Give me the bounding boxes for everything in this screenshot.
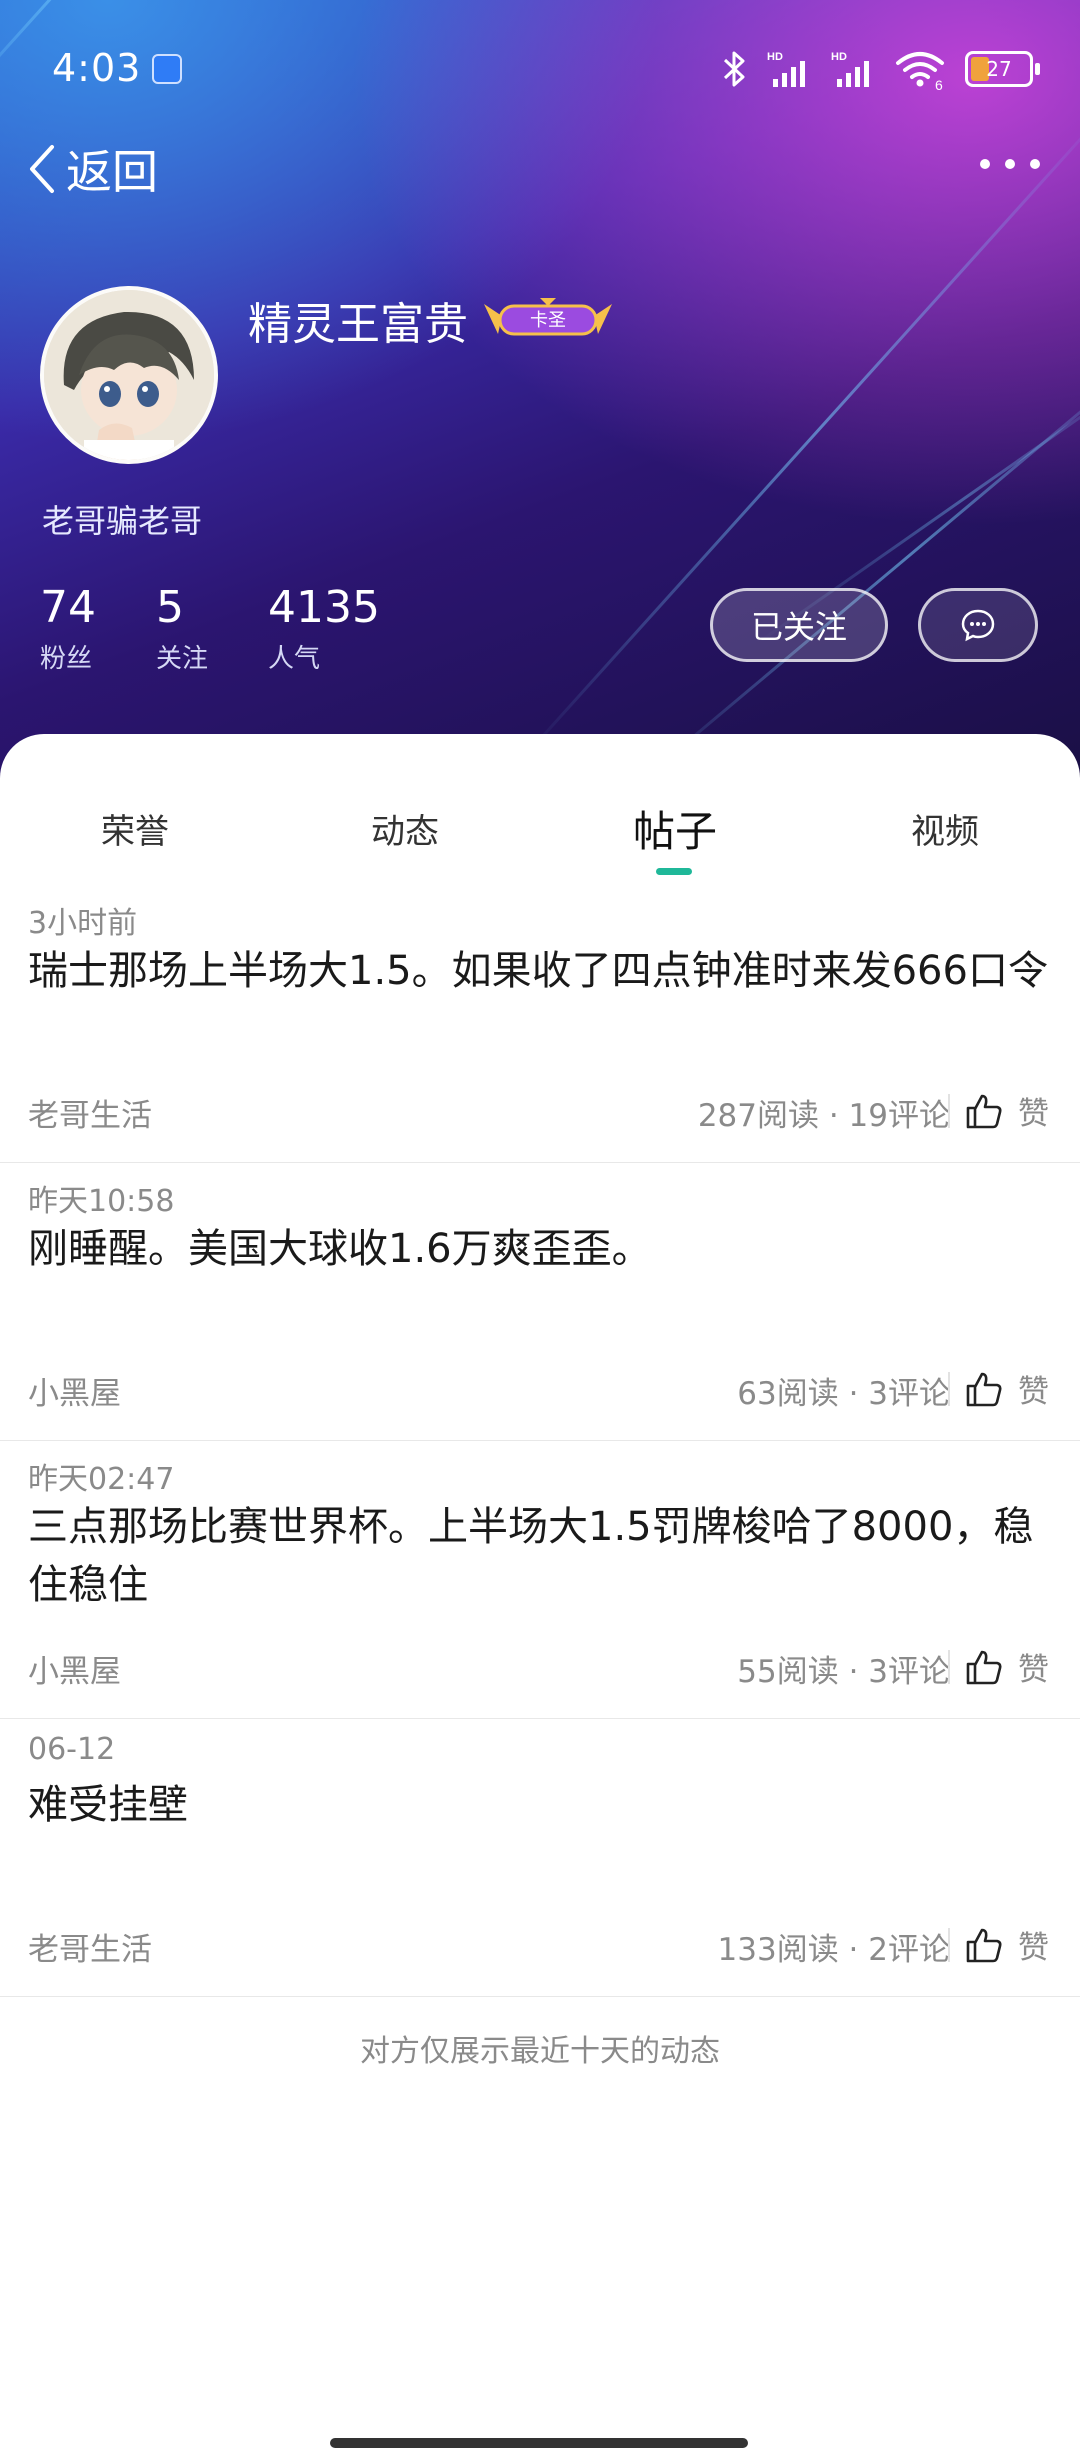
battery-indicator: 27 (965, 51, 1040, 87)
post-text[interactable]: 刚睡醒。美国大球收1.6万爽歪歪。 (28, 1220, 1048, 1278)
profile-signature: 老哥骗老哥 (42, 502, 203, 540)
tab-posts[interactable]: 帖子 (633, 798, 717, 859)
tab-honor[interactable]: 荣誉 (101, 804, 169, 853)
back-label: 返回 (66, 145, 158, 199)
profile-stats: 74 粉丝 5 关注 4135 人气 (40, 582, 440, 675)
notification-app-icon (152, 54, 182, 84)
post-time: 3小时前 (28, 906, 138, 941)
tab-activity[interactable]: 动态 (371, 804, 439, 853)
stat-label: 关注 (156, 644, 209, 674)
chevron-left-icon (30, 145, 54, 193)
post-stats: 63阅读 · 3评论 (737, 1376, 950, 1412)
more-dot-icon (980, 159, 990, 169)
wifi-icon: 6 (896, 52, 944, 91)
more-dot-icon (1005, 159, 1015, 169)
active-tab-indicator (656, 868, 692, 875)
wifi-label: 6 (935, 77, 943, 91)
like-label: 赞 (1018, 1652, 1049, 1688)
divider (948, 1928, 950, 1962)
post-text[interactable]: 三点那场比赛世界杯。上半场大1.5罚牌梭哈了8000，稳住稳住 (28, 1498, 1048, 1614)
profile-header: 4:03 HD HD 6 27 返回 精灵王富贵 卡圣 老哥骗老哥 74 粉丝 … (0, 0, 1080, 780)
tab-bar: 荣誉 动态 帖子 视频 (0, 734, 1080, 884)
back-button[interactable]: 返回 (24, 136, 158, 202)
post-text[interactable]: 难受挂壁 (28, 1776, 1048, 1834)
stat-fans[interactable]: 74 粉丝 (40, 582, 96, 675)
stat-label: 人气 (268, 644, 321, 674)
like-button[interactable]: 赞 (964, 1088, 1049, 1133)
like-button[interactable]: 赞 (964, 1366, 1049, 1411)
post-item[interactable]: 昨天02:47 三点那场比赛世界杯。上半场大1.5罚牌梭哈了8000，稳住稳住 … (0, 1440, 1080, 1719)
post-circle-link[interactable]: 小黑屋 (28, 1646, 121, 1691)
divider (948, 1650, 950, 1684)
followed-button[interactable]: 已关注 (710, 588, 888, 662)
stat-following[interactable]: 5 关注 (156, 582, 208, 675)
stat-popularity: 4135 人气 (268, 582, 380, 675)
post-item[interactable]: 06-12 难受挂壁 老哥生活 133阅读 · 2评论 赞 (0, 1718, 1080, 1997)
recent-activity-notice: 对方仅展示最近十天的动态 (360, 2034, 720, 2069)
post-time: 昨天10:58 (28, 1184, 175, 1219)
post-circle-link[interactable]: 老哥生活 (28, 1090, 152, 1135)
divider (948, 1372, 950, 1406)
signal-icon-sim1: HD (767, 51, 805, 87)
divider (948, 1094, 950, 1128)
status-icons: HD HD 6 27 (717, 44, 1040, 94)
rank-badge: 卡圣 (484, 298, 612, 336)
home-indicator[interactable] (330, 2438, 748, 2448)
battery-level: 27 (986, 57, 1012, 81)
signal-hd-label: HD (831, 51, 847, 63)
message-button[interactable] (918, 588, 1038, 662)
stat-value: 74 (40, 582, 96, 633)
thumbs-up-icon (966, 1650, 1002, 1684)
thumbs-up-icon (966, 1928, 1002, 1962)
post-item[interactable]: 昨天10:58 刚睡醒。美国大球收1.6万爽歪歪。 小黑屋 63阅读 · 3评论… (0, 1162, 1080, 1441)
thumbs-up-icon (966, 1094, 1002, 1128)
post-stats: 287阅读 · 19评论 (697, 1098, 950, 1134)
like-label: 赞 (1018, 1930, 1049, 1966)
badge-text: 卡圣 (530, 310, 566, 331)
status-bar: 4:03 HD HD 6 27 (0, 0, 1080, 120)
chat-bubble-icon (961, 609, 995, 642)
stat-value: 5 (156, 582, 184, 633)
signal-hd-label: HD (767, 51, 783, 63)
avatar-illustration (44, 290, 214, 460)
signal-icon-sim2: HD (831, 51, 869, 87)
like-button[interactable]: 赞 (964, 1922, 1049, 1967)
thumbs-up-icon (966, 1372, 1002, 1406)
like-label: 赞 (1018, 1374, 1049, 1410)
like-label: 赞 (1018, 1096, 1049, 1132)
like-button[interactable]: 赞 (964, 1644, 1049, 1689)
content-sheet: 荣誉 动态 帖子 视频 3小时前 瑞士那场上半场大1.5。如果收了四点钟准时来发… (0, 734, 1080, 2460)
battery-icon: 27 (965, 51, 1033, 87)
tab-videos[interactable]: 视频 (911, 804, 979, 853)
post-text[interactable]: 瑞士那场上半场大1.5。如果收了四点钟准时来发666口令 (28, 942, 1048, 1000)
more-dot-icon (1030, 159, 1040, 169)
post-stats: 55阅读 · 3评论 (737, 1654, 950, 1690)
post-stats: 133阅读 · 2评论 (717, 1932, 950, 1968)
post-time: 06-12 (28, 1732, 116, 1767)
status-time: 4:03 (52, 46, 142, 90)
more-options-button[interactable] (980, 146, 1040, 182)
post-item[interactable]: 3小时前 瑞士那场上半场大1.5。如果收了四点钟准时来发666口令 老哥生活 2… (0, 884, 1080, 1163)
stat-value: 4135 (268, 582, 380, 633)
bluetooth-icon (723, 51, 745, 87)
avatar[interactable] (40, 286, 218, 464)
post-circle-link[interactable]: 小黑屋 (28, 1368, 121, 1413)
stat-label: 粉丝 (40, 644, 93, 674)
profile-name: 精灵王富贵 (248, 299, 468, 350)
post-circle-link[interactable]: 老哥生活 (28, 1924, 152, 1969)
post-time: 昨天02:47 (28, 1462, 175, 1497)
